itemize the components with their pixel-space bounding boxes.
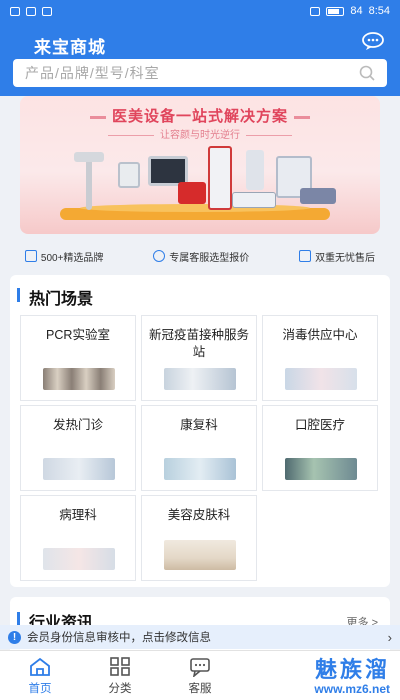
tab-home[interactable]: 首页 [10, 657, 70, 696]
tab-category[interactable]: 分类 [90, 657, 150, 696]
app-title: 来宝商城 [34, 38, 106, 57]
chat-icon [190, 658, 210, 677]
feature-brands: 500+精选品牌 [24, 249, 104, 264]
tab-label: 客服 [188, 683, 212, 695]
tab-customer-service[interactable]: 客服 [170, 657, 230, 696]
scene-name: 消毒供应中心 [282, 328, 358, 342]
sim-icon [10, 6, 20, 16]
status-bar: 84 8:54 [0, 0, 400, 22]
scene-name: 美容皮肤科 [167, 508, 231, 522]
headset-icon [153, 250, 166, 262]
watermark-url: www.mz6.net [314, 682, 390, 696]
info-icon: ! [8, 630, 21, 644]
scene-tile-disinfection[interactable]: 消毒供应中心 [262, 315, 378, 401]
promo-banner[interactable]: 医美设备一站式解决方案 让容颜与时光逆行 [20, 96, 380, 234]
scene-tile-pcr[interactable]: PCR实验室 [20, 315, 136, 401]
scene-name: 新冠疫苗接种服务站 [148, 328, 249, 359]
scene-image [43, 458, 115, 480]
tab-label: 分类 [108, 683, 132, 695]
banner-deco-right [294, 115, 310, 119]
watermark: 魅族溜 www.mz6.net [314, 657, 390, 697]
scene-tile-rehab[interactable]: 康复科 [141, 405, 257, 491]
notice-text: 会员身份信息审核中，点击修改信息 [27, 632, 211, 644]
mute-icon [310, 6, 321, 16]
feature-label: 双重无忧售后 [315, 252, 376, 264]
scene-name: 病理科 [59, 508, 97, 522]
feature-aftersale: 双重无忧售后 [299, 249, 375, 264]
scene-tile-dental[interactable]: 口腔医疗 [262, 405, 378, 491]
feature-service: 专属客服选型报价 [153, 249, 249, 264]
scene-tile-fever[interactable]: 发热门诊 [20, 405, 136, 491]
scene-tile-pathology[interactable]: 病理科 [20, 495, 136, 581]
grid-icon [110, 657, 130, 676]
feature-label: 500+精选品牌 [40, 252, 104, 264]
scene-image [164, 540, 236, 570]
feature-label: 专属客服选型报价 [169, 252, 250, 264]
notification-icon [42, 6, 52, 16]
clock: 8:54 [368, 5, 390, 17]
scene-image [164, 368, 236, 390]
bookmark-icon [24, 250, 37, 262]
shield-icon [299, 250, 312, 262]
watermark-brand: 魅族溜 [314, 657, 390, 682]
scene-tile-vaccine[interactable]: 新冠疫苗接种服务站 [141, 315, 257, 401]
battery-level: 84 [350, 5, 363, 17]
scene-image [43, 548, 115, 570]
home-icon [30, 657, 50, 676]
chevron-right-icon: › [387, 629, 392, 645]
search-icon[interactable] [359, 65, 375, 81]
search-input[interactable]: 产品/品牌/型号/科室 [13, 59, 387, 87]
scene-image [164, 458, 236, 480]
scene-name: 康复科 [180, 418, 218, 432]
feature-strip: 500+精选品牌 专属客服选型报价 双重无忧售后 [0, 240, 400, 272]
battery-icon [326, 6, 345, 16]
tab-label: 首页 [28, 683, 52, 695]
scene-image [43, 368, 115, 390]
section-accent-bar [17, 288, 20, 302]
scene-name: 口腔医疗 [294, 418, 345, 432]
banner-subtitle: 让容颜与时光逆行 [20, 126, 380, 141]
message-icon[interactable] [362, 32, 384, 50]
scene-image [285, 368, 357, 390]
app-header: 来宝商城 产品/品牌/型号/科室 [0, 22, 400, 96]
banner-deco-left [89, 115, 106, 119]
scene-tile-dermatology[interactable]: 美容皮肤科 [141, 495, 257, 581]
member-notice-bar[interactable]: ! 会员身份信息审核中，点击修改信息 › [0, 625, 400, 649]
scene-image [285, 458, 357, 480]
scene-name: 发热门诊 [52, 418, 103, 432]
search-placeholder: 产品/品牌/型号/科室 [25, 65, 160, 81]
scene-name: PCR实验室 [46, 328, 110, 342]
section-title: 热门场景 [29, 291, 94, 308]
hot-scenes-card: 热门场景 PCR实验室 新冠疫苗接种服务站 消毒供应中心 发热门诊 康复科 口腔… [10, 275, 390, 587]
banner-title: 医美设备一站式解决方案 [111, 108, 288, 125]
section-accent-bar [17, 612, 20, 626]
wifi-icon [26, 6, 36, 16]
